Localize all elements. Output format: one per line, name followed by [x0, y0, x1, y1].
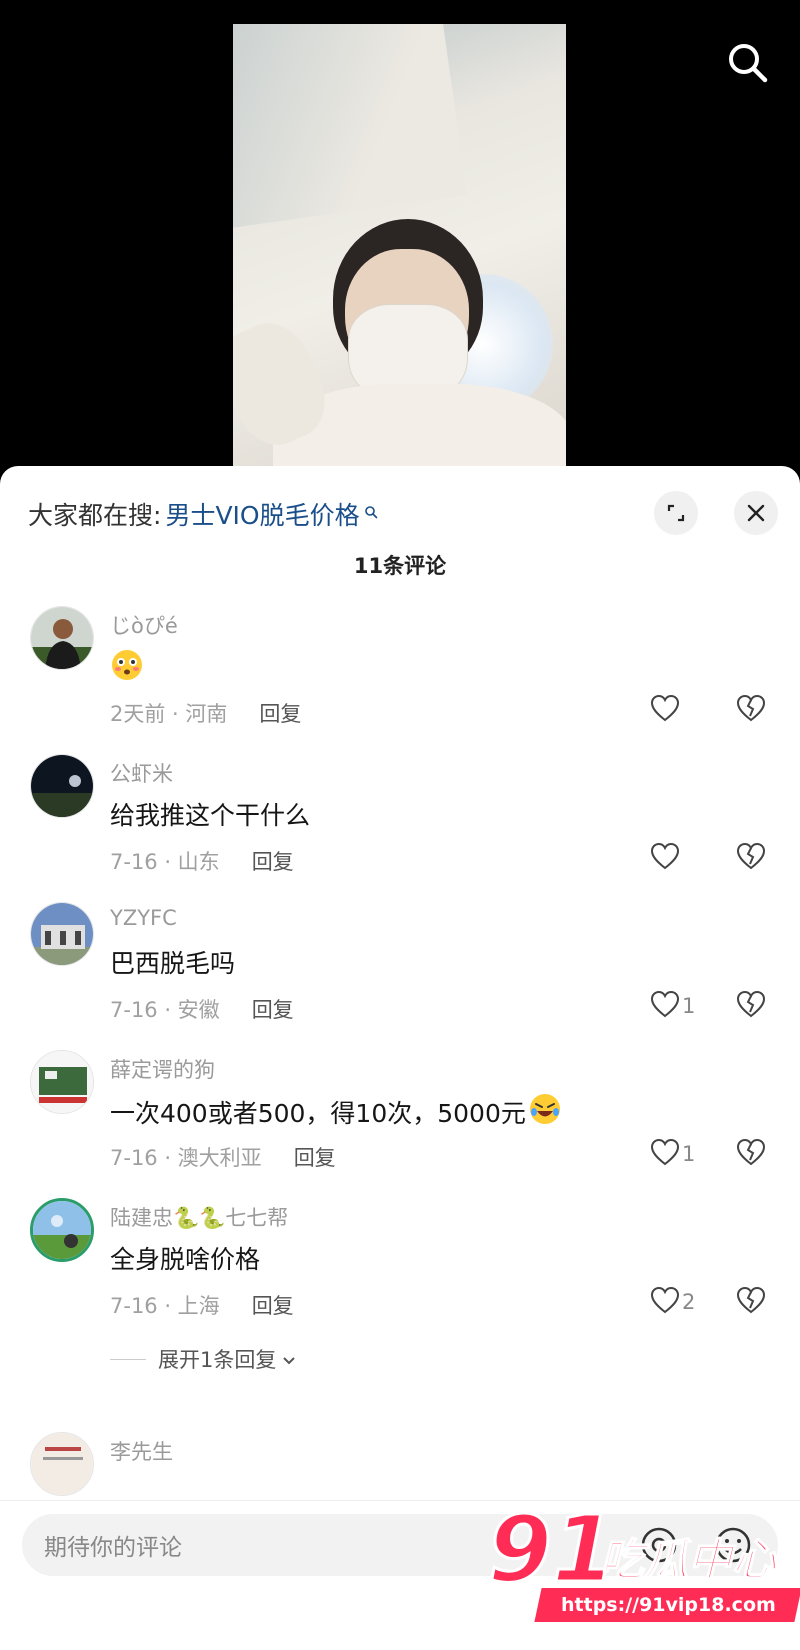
- hot-search-prefix: 大家都在搜:: [28, 501, 162, 530]
- comment-username[interactable]: 李先生: [110, 1436, 173, 1466]
- avatar[interactable]: [30, 1432, 94, 1496]
- comment-text: [110, 648, 144, 688]
- expand-replies-button[interactable]: 展开1条回复: [110, 1344, 296, 1374]
- comment-text: 给我推这个干什么: [110, 801, 311, 830]
- watermark-number: 91: [486, 1496, 617, 1603]
- reply-button[interactable]: 回复: [252, 846, 294, 876]
- heart-icon: [650, 1138, 680, 1170]
- like-button[interactable]: 2: [650, 1286, 696, 1318]
- comment-date-location: 7-16 · 山东: [110, 850, 220, 874]
- comment-meta: 7-16 · 澳大利亚 回复: [110, 1142, 336, 1172]
- comment-username[interactable]: じòぴé: [110, 610, 178, 640]
- sheet-header: 大家都在搜: 男士VIO脱毛价格 11条评论: [0, 466, 800, 578]
- broken-heart-icon[interactable]: [736, 694, 766, 726]
- avatar[interactable]: [30, 902, 94, 966]
- search-icon[interactable]: [725, 40, 771, 86]
- comment-text: 巴西脱毛吗: [110, 949, 236, 978]
- comment-sheet: 大家都在搜: 男士VIO脱毛价格 11条评论 じòぴé 2天前 · 河南 回复 …: [0, 466, 800, 1650]
- reply-button[interactable]: 回复: [259, 698, 301, 728]
- expand-replies-label: 展开1条回复: [158, 1348, 277, 1372]
- comment-item: 公虾米 给我推这个干什么 7-16 · 山东 回复: [0, 754, 800, 904]
- avatar[interactable]: [30, 1050, 94, 1114]
- hot-search-keyword[interactable]: 男士VIO脱毛价格: [165, 496, 359, 532]
- close-icon[interactable]: [734, 491, 778, 535]
- comment-date-location: 7-16 · 安徽: [110, 998, 220, 1022]
- heart-icon: [650, 990, 680, 1022]
- like-count: 1: [682, 1142, 696, 1166]
- like-button[interactable]: 1: [650, 990, 696, 1022]
- broken-heart-icon[interactable]: [736, 842, 766, 874]
- comment-username[interactable]: 薛定谔的狗: [110, 1054, 215, 1084]
- like-count: 2: [682, 1290, 696, 1314]
- watermark-logo: 91 吃瓜中心 https://91vip18.com: [486, 1496, 800, 1634]
- chevron-down-icon: [282, 1347, 296, 1371]
- broken-heart-icon[interactable]: [736, 1286, 766, 1318]
- heart-icon: [650, 1286, 680, 1318]
- rolling-laughing-emoji: [528, 1092, 562, 1132]
- comment-date-location: 7-16 · 澳大利亚: [110, 1146, 262, 1170]
- comment-item: 薛定谔的狗 一次400或者500，得10次，5000元 7-16 · 澳大利亚 …: [0, 1050, 800, 1200]
- hot-search[interactable]: 大家都在搜: 男士VIO脱毛价格: [28, 496, 378, 532]
- comment-input-placeholder: 期待你的评论: [44, 1535, 182, 1561]
- like-button[interactable]: 1: [650, 1138, 696, 1170]
- reply-button[interactable]: 回复: [252, 1290, 294, 1320]
- watermark-brand: 吃瓜中心: [599, 1534, 777, 1587]
- avatar[interactable]: [30, 606, 94, 670]
- comment-date-location: 7-16 · 上海: [110, 1294, 220, 1318]
- comment-item: YZYFC 巴西脱毛吗 7-16 · 安徽 回复 1: [0, 902, 800, 1052]
- like-count: 1: [682, 994, 696, 1018]
- heart-icon: [650, 842, 680, 874]
- reply-button[interactable]: 回复: [294, 1142, 336, 1172]
- comment-item: 陆建忠🐍🐍七七帮 全身脱啥价格 7-16 · 上海 回复 2: [0, 1198, 800, 1348]
- broken-heart-icon[interactable]: [736, 990, 766, 1022]
- video-frame[interactable]: [233, 24, 566, 476]
- reply-button[interactable]: 回复: [252, 994, 294, 1024]
- comment-meta: 7-16 · 上海 回复: [110, 1290, 294, 1320]
- watermark-url-text: https://91vip18.com: [560, 1594, 776, 1616]
- comment-text: 一次400或者500，得10次，5000元: [110, 1092, 562, 1132]
- comment-date-location: 2天前 · 河南: [110, 702, 228, 726]
- comment-username[interactable]: YZYFC: [110, 906, 177, 930]
- comment-text-body: 一次400或者500，得10次，5000元: [110, 1099, 526, 1128]
- divider: [110, 1358, 146, 1360]
- video-player[interactable]: [0, 0, 800, 476]
- flushed-face-emoji: [110, 648, 144, 688]
- video-ceiling: [233, 24, 468, 232]
- avatar[interactable]: [30, 754, 94, 818]
- comment-count: 11条评论: [353, 554, 447, 578]
- search-small-icon: [364, 496, 378, 525]
- like-button[interactable]: [650, 694, 696, 726]
- heart-icon: [650, 694, 680, 726]
- avatar[interactable]: [30, 1198, 94, 1262]
- comment-username[interactable]: 陆建忠🐍🐍七七帮: [110, 1202, 288, 1232]
- comment-meta: 7-16 · 安徽 回复: [110, 994, 294, 1024]
- like-button[interactable]: [650, 842, 696, 874]
- comment-item: じòぴé 2天前 · 河南 回复: [0, 606, 800, 756]
- watermark-url: https://91vip18.com: [534, 1588, 800, 1622]
- broken-heart-icon[interactable]: [736, 1138, 766, 1170]
- comment-meta: 7-16 · 山东 回复: [110, 846, 294, 876]
- comment-text: 全身脱啥价格: [110, 1245, 261, 1274]
- expand-icon[interactable]: [654, 491, 698, 535]
- comment-username[interactable]: 公虾米: [110, 758, 173, 788]
- comment-meta: 2天前 · 河南 回复: [110, 698, 301, 728]
